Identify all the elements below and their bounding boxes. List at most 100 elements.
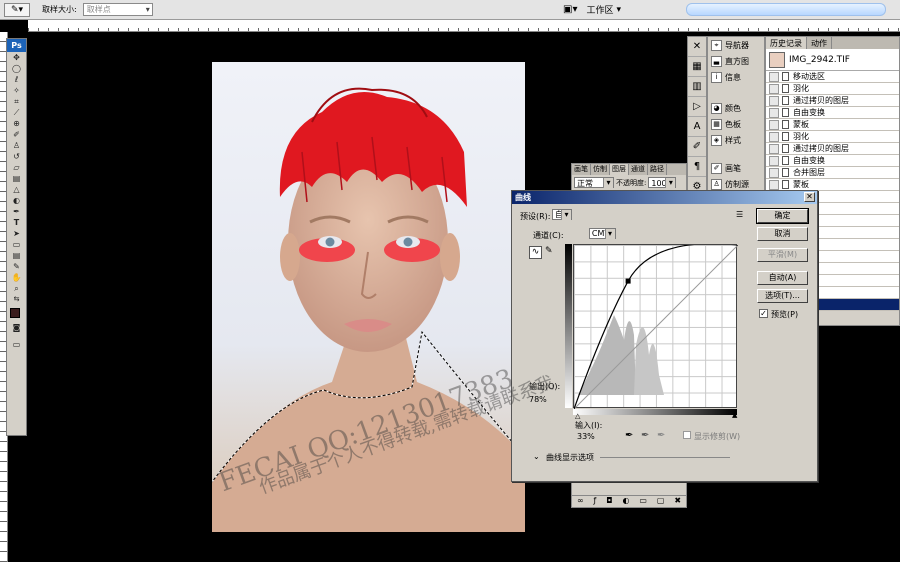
curve-display-options-label[interactable]: 曲线显示选项 [546,452,594,463]
healing-tool-icon[interactable]: ⊕ [7,118,26,129]
history-snapshot[interactable]: IMG_2942.TIF [766,49,899,71]
history-checkbox[interactable] [769,143,779,154]
options-button[interactable]: 选项(T)... [757,289,808,303]
history-checkbox[interactable] [769,95,779,106]
history-row[interactable]: 自由变换 [766,107,899,119]
fx-icon[interactable]: ƒ [594,496,597,507]
gray-eyedropper-icon[interactable]: ✒ [641,430,649,441]
foreground-color-swatch[interactable] [10,308,20,318]
path-selection-tool-icon[interactable]: ➤ [7,228,26,239]
workspace-button[interactable]: ▣▾ 工作区 ▾ [563,3,621,16]
screen-mode-icon[interactable]: ▣▾ [563,4,577,15]
white-eyedropper-icon[interactable]: ✒ [657,430,665,441]
blur-tool-icon[interactable]: △ [7,184,26,195]
adjustment-icon[interactable]: ◐ [623,496,630,507]
history-checkbox[interactable] [769,131,779,142]
history-checkbox[interactable] [769,107,779,118]
paragraph-icon[interactable]: ¶ [688,157,706,177]
brush-icon[interactable]: ✐ [688,137,706,157]
swap-colors-icon[interactable]: ⇆ [7,294,26,305]
shape-tool-icon[interactable]: ▭ [7,239,26,250]
history-row[interactable]: 羽化 [766,83,899,95]
black-point-slider-icon[interactable]: △ [575,412,580,420]
history-checkbox[interactable] [769,167,779,178]
notes-tool-icon[interactable]: ▤ [7,250,26,261]
smooth-button[interactable]: 平滑(M) [757,248,808,262]
history-row[interactable]: 移动选区 [766,71,899,83]
layers-icon[interactable]: ▥ [688,77,706,97]
curve-edit-icon[interactable]: ∿ [529,246,542,259]
new-layer-icon[interactable]: ▢ [657,496,665,507]
history-row[interactable]: 通过拷贝的图层 [766,143,899,155]
opacity-field[interactable]: 100% [648,177,677,188]
close-icon[interactable]: ✕ [804,192,815,202]
channel-select[interactable]: CMYK [588,228,616,239]
curve-control-point[interactable] [625,278,631,284]
curves-titlebar[interactable]: 曲线 ✕ [512,191,817,204]
dodge-tool-icon[interactable]: ◐ [7,195,26,206]
black-eyedropper-icon[interactable]: ✒ [625,430,633,441]
hand-tool-icon[interactable]: ✋ [7,272,26,283]
history-checkbox[interactable] [769,83,779,94]
chevron-down-icon[interactable]: ⌄ [533,452,540,461]
panel-item-histogram[interactable]: ▃ 直方图 [708,53,764,69]
history-checkbox[interactable] [769,119,779,130]
history-brush-tool-icon[interactable]: ↺ [7,151,26,162]
history-row[interactable]: 自由变换 [766,155,899,167]
tools-icon[interactable]: ✕ [688,37,706,57]
crop-tool-icon[interactable]: ⌗ [7,96,26,107]
tab-paths[interactable]: 路径 [648,164,667,175]
history-row[interactable]: 通过拷贝的图层 [766,95,899,107]
tab-brushes[interactable]: 画笔 [572,164,591,175]
trash-icon[interactable]: ✖ [674,496,681,507]
show-clipping-checkbox[interactable] [683,431,691,439]
history-checkbox[interactable] [769,71,779,82]
panel-item-styles[interactable]: ◈ 样式 [708,132,764,148]
ok-button[interactable]: 确定 [756,208,809,224]
pencil-icon[interactable]: ✎ [545,246,553,256]
tab-channels[interactable]: 通道 [629,164,648,175]
panel-item-brush[interactable]: ✐ 画笔 [708,160,764,176]
grid-icon[interactable]: ▦ [688,57,706,77]
pen-tool-icon[interactable]: ✒ [7,206,26,217]
slice-tool-icon[interactable]: ⟋ [7,107,26,118]
panel-item-swatches[interactable]: ▦ 色板 [708,116,764,132]
move-tool-icon[interactable]: ✥ [7,52,26,63]
input-value[interactable]: 33% [577,432,595,441]
text-icon[interactable]: A [688,117,706,137]
tab-clone[interactable]: 仿制 [591,164,610,175]
type-tool-icon[interactable]: T [7,217,26,228]
preset-options-icon[interactable]: ☰ [736,210,743,219]
marquee-tool-icon[interactable]: ◯ [7,63,26,74]
white-point-slider-icon[interactable]: ▲ [732,411,737,419]
blend-mode-select[interactable]: 正常 [574,177,614,188]
auto-button[interactable]: 自动(A) [757,271,808,285]
eyedropper-tool-icon[interactable]: ✎▾ [4,2,30,17]
sample-size-select[interactable]: 取样点 [82,3,153,16]
history-row[interactable]: 蒙板 [766,119,899,131]
tab-history[interactable]: 历史记录 [766,37,807,49]
mask-icon[interactable]: ◘ [606,496,612,507]
zoom-tool-icon[interactable]: ⌕ [7,283,26,294]
preset-select[interactable]: 自定 [552,209,572,220]
panel-item-navigator[interactable]: ⌖ 导航器 [708,37,764,53]
history-row[interactable]: 合并图层 [766,167,899,179]
magic-wand-tool-icon[interactable]: ✧ [7,85,26,96]
history-checkbox[interactable] [769,155,779,166]
folder-icon[interactable]: ▭ [639,496,647,507]
tab-layers[interactable]: 图层 [610,164,629,175]
history-row[interactable]: 羽化 [766,131,899,143]
panel-item-info[interactable]: i 信息 [708,69,764,85]
history-checkbox[interactable] [769,179,779,190]
preview-checkbox[interactable]: ✓ [759,309,768,318]
stamp-tool-icon[interactable]: ♙ [7,140,26,151]
eyedropper-tool-icon[interactable]: ✎ [7,261,26,272]
link-icon[interactable]: ∞ [577,496,584,507]
actions-icon[interactable]: ▷ [688,97,706,117]
curve-graph[interactable] [573,244,738,409]
panel-item-color[interactable]: ◕ 颜色 [708,100,764,116]
brush-tool-icon[interactable]: ✐ [7,129,26,140]
eraser-tool-icon[interactable]: ▱ [7,162,26,173]
lasso-tool-icon[interactable]: ℓ [7,74,26,85]
cancel-button[interactable]: 取消 [757,227,808,241]
